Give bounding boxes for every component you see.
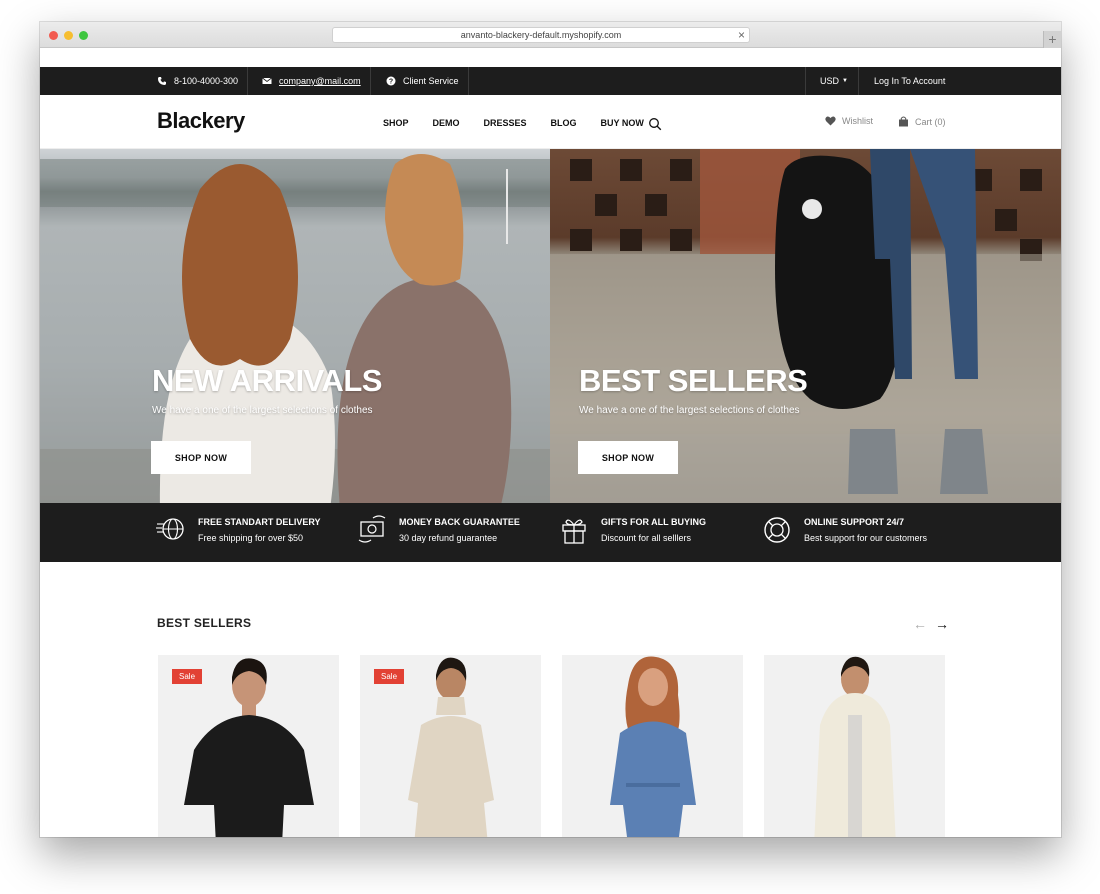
feature-title: FREE STANDART DELIVERY	[198, 517, 321, 527]
product-card[interactable]	[562, 655, 743, 837]
feature-subtitle: Discount for all selllers	[601, 533, 692, 543]
email-contact[interactable]: company@mail.com	[262, 67, 361, 95]
nav-dresses[interactable]: DRESSES	[484, 118, 527, 128]
product-image	[813, 656, 896, 837]
product-card[interactable]: Sale	[158, 655, 339, 837]
address-bar[interactable]: anvanto-blackery-default.myshopify.com ×	[332, 27, 750, 43]
browser-window: anvanto-blackery-default.myshopify.com ×…	[40, 22, 1061, 837]
feature-title: ONLINE SUPPORT 24/7	[804, 517, 905, 527]
arrow-right-icon[interactable]: →	[935, 616, 949, 632]
feature-delivery: FREE STANDART DELIVERY Free shipping for…	[156, 515, 321, 545]
currency-selector[interactable]: USD ▼	[820, 67, 848, 95]
best-sellers-section: BEST SELLERS ← → Sale Sale	[40, 562, 1061, 837]
phone-icon	[158, 77, 166, 85]
product-grid: Sale Sale	[158, 655, 945, 837]
site-logo[interactable]: Blackery	[157, 108, 245, 134]
arrow-left-icon[interactable]: ←	[913, 616, 927, 632]
nav-blog[interactable]: BLOG	[551, 118, 577, 128]
login-link[interactable]: Log In To Account	[874, 67, 945, 95]
shop-now-button-best-sellers[interactable]: SHOP NOW	[578, 441, 678, 474]
close-window-button[interactable]	[49, 31, 58, 40]
nav-shop[interactable]: SHOP	[383, 118, 409, 128]
email-link[interactable]: company@mail.com	[279, 76, 361, 86]
shop-now-button-new-arrivals[interactable]: SHOP NOW	[151, 441, 251, 474]
lifebuoy-icon	[764, 517, 790, 543]
feature-support: ONLINE SUPPORT 24/7 Best support for our…	[762, 515, 927, 545]
currency-value: USD	[820, 76, 840, 86]
site-header: Blackery SHOP DEMO DRESSES BLOG BUY NOW …	[40, 95, 1061, 149]
product-image	[609, 656, 696, 837]
feature-title: MONEY BACK GUARANTEE	[399, 517, 520, 527]
minimize-window-button[interactable]	[64, 31, 73, 40]
hero-title-best-sellers: BEST SELLERS	[579, 363, 808, 398]
hero-subtitle-best-sellers: We have a one of the largest selections …	[579, 405, 800, 416]
client-service-label: Client Service	[403, 76, 459, 86]
close-icon[interactable]: ×	[738, 28, 745, 42]
hero-title-new-arrivals: NEW ARRIVALS	[152, 363, 382, 398]
feature-subtitle: Best support for our customers	[804, 533, 928, 543]
sale-badge: Sale	[374, 669, 405, 684]
cart-label: Cart (0)	[915, 116, 946, 127]
wishlist-label: Wishlist	[842, 116, 873, 126]
search-icon[interactable]	[648, 117, 662, 131]
feature-title: GIFTS FOR ALL BUYING	[601, 517, 706, 527]
feature-gifts: GIFTS FOR ALL BUYING Discount for all se…	[559, 515, 706, 545]
feature-money-back: MONEY BACK GUARANTEE 30 day refund guara…	[357, 515, 520, 545]
feature-subtitle: Free shipping for over $50	[198, 533, 304, 543]
money-back-icon	[358, 515, 386, 543]
carousel-arrows: ← →	[913, 616, 949, 632]
caret-down-icon: ▼	[842, 78, 848, 84]
phone-number: 8-100-4000-300	[174, 76, 239, 86]
maximize-window-button[interactable]	[79, 31, 88, 40]
main-nav: SHOP DEMO DRESSES BLOG BUY NOW	[383, 118, 644, 128]
hero-panel-new-arrivals[interactable]: NEW ARRIVALS We have a one of the larges…	[40, 149, 550, 503]
gift-icon	[562, 519, 586, 544]
browser-titlebar: anvanto-blackery-default.myshopify.com ×…	[40, 22, 1061, 48]
login-label: Log In To Account	[874, 76, 946, 86]
nav-demo[interactable]: DEMO	[433, 118, 460, 128]
product-card[interactable]	[764, 655, 945, 837]
client-service-link[interactable]: ? Client Service	[386, 67, 459, 95]
hero-banner: NEW ARRIVALS We have a one of the larges…	[40, 149, 1061, 503]
sale-badge: Sale	[172, 669, 203, 684]
hero-photo-women-by-lake	[40, 154, 550, 503]
section-title: BEST SELLERS	[157, 616, 252, 630]
product-card[interactable]: Sale	[360, 655, 541, 837]
envelope-icon	[262, 77, 272, 84]
heart-icon	[825, 116, 836, 126]
wishlist-link[interactable]: Wishlist	[825, 116, 873, 126]
address-url: anvanto-blackery-default.myshopify.com	[460, 30, 622, 40]
hero-subtitle-new-arrivals: We have a one of the largest selections …	[152, 405, 373, 416]
top-bar: 8-100-4000-300 company@mail.com ? Client…	[40, 67, 1061, 95]
help-icon: ?	[386, 76, 396, 86]
nav-buy-now[interactable]: BUY NOW	[601, 118, 644, 128]
feature-subtitle: 30 day refund guarantee	[399, 533, 498, 543]
cart-link[interactable]: Cart (0)	[898, 116, 946, 127]
svg-text:?: ?	[389, 79, 393, 86]
shopping-bag-icon	[899, 116, 908, 127]
new-tab-button[interactable]: +	[1043, 31, 1061, 48]
phone-contact[interactable]: 8-100-4000-300	[157, 67, 238, 95]
hero-panel-best-sellers[interactable]: BEST SELLERS We have a one of the larges…	[550, 149, 1061, 503]
features-strip: FREE STANDART DELIVERY Free shipping for…	[40, 503, 1061, 562]
globe-delivery-icon	[156, 518, 184, 540]
